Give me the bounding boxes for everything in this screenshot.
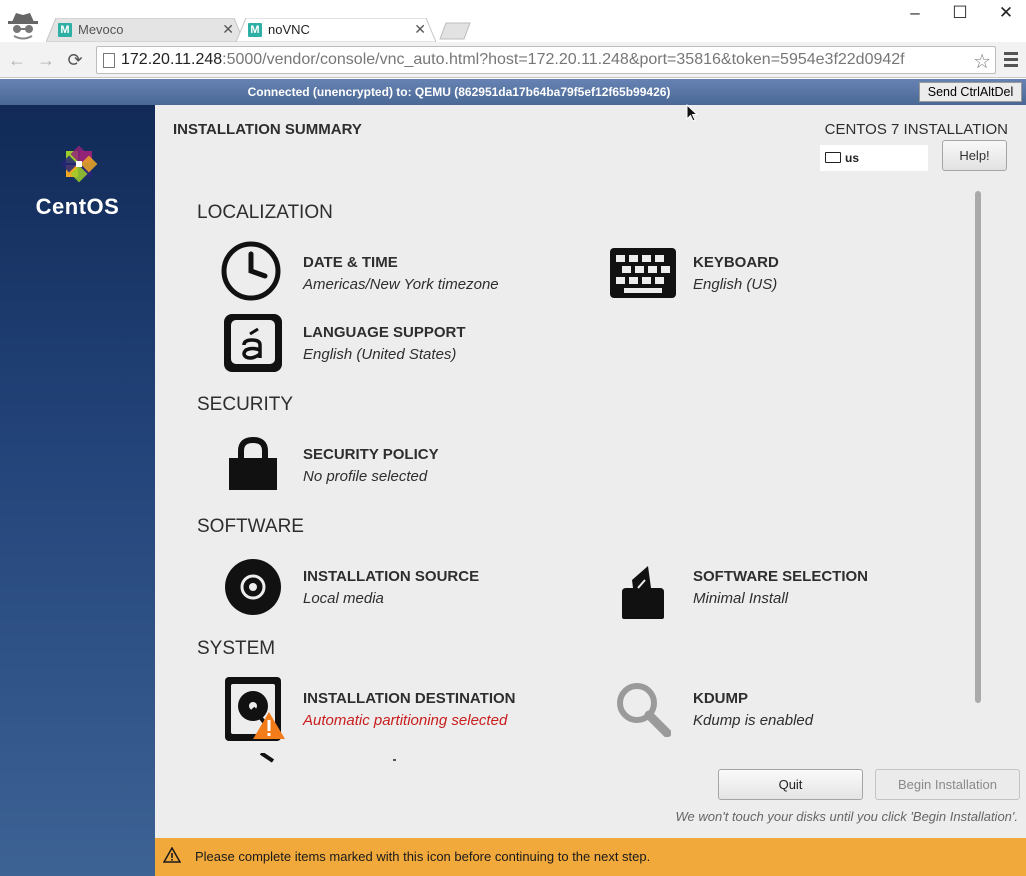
warning-message: Please complete items marked with this i… xyxy=(195,849,651,864)
quit-button[interactable]: Quit xyxy=(718,769,863,800)
bookmark-star-icon[interactable]: ☆ xyxy=(973,49,991,74)
tab-novnc[interactable]: M noVNC ✕ xyxy=(236,18,436,42)
section-localization: LOCALIZATION xyxy=(197,202,333,223)
send-ctrl-alt-del-button[interactable]: Send CtrlAltDel xyxy=(919,82,1022,102)
disk-safety-note: We won't touch your disks until you clic… xyxy=(675,809,1018,824)
centos-brand-text: CentOS xyxy=(35,194,120,219)
new-tab-button[interactable] xyxy=(438,22,472,40)
forward-arrow-icon[interactable]: → xyxy=(36,50,56,70)
keyboard-layout-indicator[interactable]: us xyxy=(820,145,928,171)
mevoco-favicon-icon: M xyxy=(58,23,72,37)
browser-menu-icon[interactable] xyxy=(1004,52,1018,68)
back-arrow-icon[interactable]: ← xyxy=(7,50,27,70)
magnifier-icon xyxy=(617,683,671,737)
keyboard-icon xyxy=(825,152,841,163)
spoke-name: INSTALLATION SOURCE xyxy=(303,568,480,585)
warning-bar: Please complete items marked with this i… xyxy=(155,838,1026,876)
address-bar[interactable]: 172.20.11.248:5000/vendor/console/vnc_au… xyxy=(96,46,996,74)
installation-summary-hub: INSTALLATION SUMMARY CENTOS 7 INSTALLATI… xyxy=(155,105,1026,838)
mouse-cursor-icon xyxy=(686,104,698,122)
padlock-icon xyxy=(229,436,277,490)
product-title: CENTOS 7 INSTALLATION xyxy=(824,121,1008,138)
page-title: INSTALLATION SUMMARY xyxy=(173,121,362,138)
tab-mevoco[interactable]: M Mevoco ✕ xyxy=(46,18,244,42)
tab-title: noVNC xyxy=(268,22,310,37)
reload-icon[interactable]: ⟳ xyxy=(65,50,85,70)
spoke-name: KEYBOARD xyxy=(693,254,779,271)
disc-icon xyxy=(225,559,281,615)
close-tab-icon[interactable]: ✕ xyxy=(414,21,426,37)
installer-sidebar: CentOS xyxy=(0,105,155,876)
spoke-name: SECURITY POLICY xyxy=(303,446,439,463)
spoke-status: English (US) xyxy=(693,276,778,293)
package-icon xyxy=(622,566,664,619)
page-icon xyxy=(103,53,115,68)
section-software: SOFTWARE xyxy=(197,516,304,537)
minimize-button[interactable]: – xyxy=(903,4,927,22)
keyboard-icon xyxy=(610,248,676,298)
language-icon xyxy=(224,314,282,372)
spoke-status: Local media xyxy=(303,590,384,607)
tab-title: Mevoco xyxy=(78,22,124,37)
novnc-favicon-icon: M xyxy=(248,23,262,37)
browser-toolbar: ← → ⟳ 172.20.11.248:5000/vendor/console/… xyxy=(0,42,1026,78)
spoke-status: English (United States) xyxy=(303,346,457,363)
network-icon xyxy=(259,753,396,763)
close-tab-icon[interactable]: ✕ xyxy=(222,21,234,37)
hard-drive-warning-icon xyxy=(225,677,285,741)
spoke-list-scrollbar[interactable] xyxy=(973,191,983,761)
spoke-status: Kdump is enabled xyxy=(693,712,814,729)
spoke-status: Minimal Install xyxy=(693,590,789,607)
spoke-status-warning: Automatic partitioning selected xyxy=(303,712,508,729)
section-security: SECURITY xyxy=(197,394,294,415)
spoke-name: DATE & TIME xyxy=(303,254,398,271)
spoke-name: INSTALLATION DESTINATION xyxy=(303,690,516,707)
scrollbar-thumb[interactable] xyxy=(975,191,981,703)
section-system: SYSTEM xyxy=(197,638,276,659)
maximize-button[interactable]: ☐ xyxy=(948,4,972,22)
spoke-status: Americas/New York timezone xyxy=(303,276,499,293)
spoke-status: No profile selected xyxy=(303,468,428,485)
warning-icon xyxy=(163,847,181,863)
centos-logo-icon xyxy=(60,145,98,183)
url-text: 172.20.11.248:5000/vendor/console/vnc_au… xyxy=(121,51,905,68)
incognito-icon xyxy=(8,13,38,40)
keyboard-layout-label: us xyxy=(845,151,860,165)
vnc-status-bar: Connected (unencrypted) to: QEMU (862951… xyxy=(0,79,1026,105)
help-button[interactable]: Help! xyxy=(942,140,1007,171)
spoke-name: LANGUAGE SUPPORT xyxy=(303,324,466,341)
begin-installation-button[interactable]: Begin Installation xyxy=(875,769,1020,800)
clock-icon xyxy=(221,241,281,301)
browser-tab-bar: M Mevoco ✕ M noVNC ✕ – ☐ ✕ xyxy=(0,0,1026,42)
spoke-name: KDUMP xyxy=(693,690,748,707)
close-window-button[interactable]: ✕ xyxy=(994,4,1018,22)
spoke-name: SOFTWARE SELECTION xyxy=(693,568,869,585)
vnc-connection-status: Connected (unencrypted) to: QEMU (862951… xyxy=(247,85,671,99)
